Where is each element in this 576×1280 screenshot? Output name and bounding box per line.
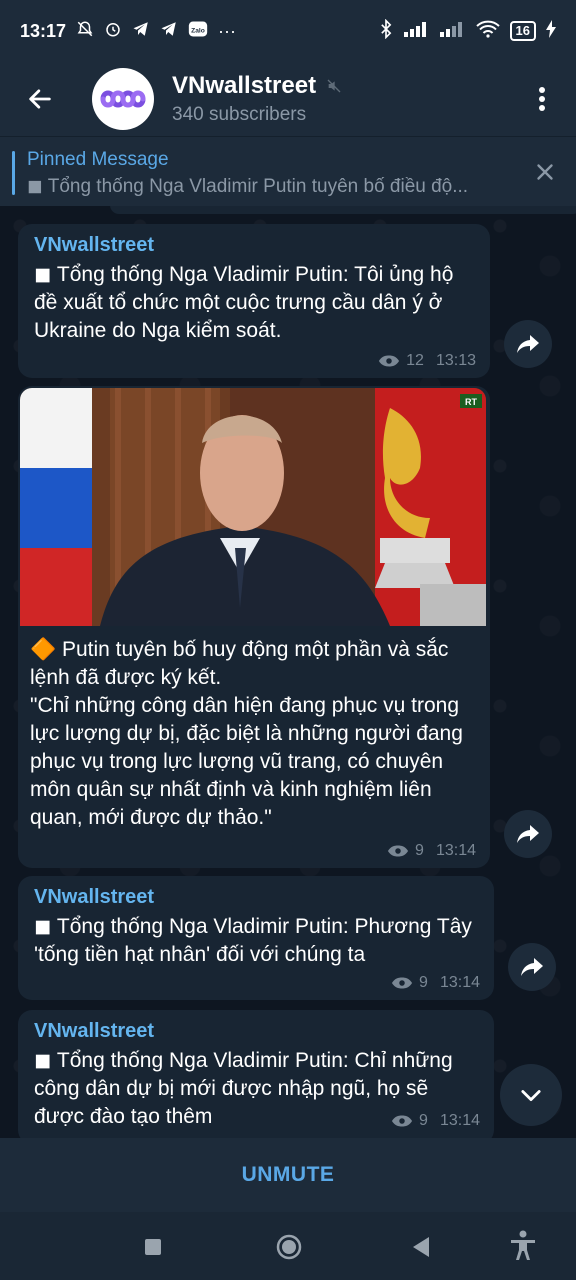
message-meta: 9 13:14: [391, 1112, 480, 1130]
system-nav-bar: [0, 1212, 576, 1280]
message-text-quote: "Chỉ những công dân hiện đang phục vụ tr…: [30, 694, 463, 829]
rt-badge: RT: [465, 397, 477, 407]
status-bar: 13:17 Zalo ··· 16: [0, 0, 576, 62]
notification-off-icon: [76, 20, 94, 43]
pinned-indicator: [12, 151, 15, 195]
message-bubble[interactable]: VNwallstreet ◼ Tổng thống Nga Vladimir P…: [18, 876, 494, 1000]
wifi-icon: [475, 20, 500, 43]
accessibility-icon: [511, 1230, 535, 1260]
channel-avatar[interactable]: [92, 68, 154, 130]
message-time: 13:14: [435, 842, 476, 859]
eye-icon: [391, 1115, 413, 1127]
chat-header: VNwallstreet 340 subscribers: [0, 62, 576, 136]
view-count: 9: [419, 1112, 428, 1129]
message-bubble-partial: [110, 206, 576, 214]
telegram-icon: [132, 20, 150, 43]
view-count: 9: [419, 974, 428, 991]
scroll-to-bottom-button[interactable]: [500, 1064, 562, 1126]
message-text: ◼ Tổng thống Nga Vladimir Putin: Tôi ủng…: [34, 263, 454, 342]
message-meta: 9 13:14: [387, 842, 476, 860]
message-sender[interactable]: VNwallstreet: [34, 886, 478, 909]
pinned-message-bar[interactable]: Pinned Message ◼ Tổng thống Nga Vladimir…: [0, 136, 576, 206]
message-time: 13:14: [439, 974, 480, 991]
message-sender[interactable]: VNwallstreet: [34, 1020, 478, 1043]
telegram-icon: [160, 20, 178, 43]
more-vert-icon: [539, 87, 545, 111]
share-icon: [517, 335, 539, 353]
share-button[interactable]: [504, 320, 552, 368]
mute-icon: [327, 79, 341, 93]
photo-image: RT: [20, 388, 486, 626]
signal-icon: [439, 21, 466, 42]
view-count: 9: [415, 842, 424, 859]
zalo-icon: Zalo: [188, 20, 208, 43]
back-button[interactable]: [18, 77, 62, 121]
eye-icon: [391, 977, 413, 989]
alarm-icon: [104, 20, 122, 43]
photo-message-bubble[interactable]: RT 🔶 Putin tuyên bố huy động một phần và…: [18, 386, 490, 868]
arrow-left-icon: [29, 89, 51, 109]
message-time: 13:13: [435, 352, 476, 369]
square-icon: [145, 1239, 161, 1255]
charging-icon: [546, 19, 556, 43]
unmute-button[interactable]: UNMUTE: [0, 1138, 576, 1212]
channel-info[interactable]: VNwallstreet 340 subscribers: [172, 72, 522, 126]
eye-icon: [387, 845, 409, 857]
pinned-label: Pinned Message: [27, 149, 169, 170]
status-time: 13:17: [20, 20, 67, 41]
chevron-down-icon: [521, 1090, 541, 1102]
share-icon: [517, 825, 539, 843]
back-nav-button[interactable]: [406, 1232, 436, 1262]
battery-indicator: 16: [509, 21, 536, 41]
view-count: 12: [406, 352, 424, 369]
vnwallstreet-logo-icon: [100, 90, 146, 108]
message-photo[interactable]: RT: [20, 388, 486, 626]
home-button[interactable]: [272, 1230, 306, 1264]
svg-text:Zalo: Zalo: [191, 27, 205, 34]
message-meta: 12 13:13: [378, 352, 476, 370]
message-time: 13:14: [439, 1112, 480, 1129]
message-list[interactable]: VNwallstreet ◼ Tổng thống Nga Vladimir P…: [0, 206, 576, 1138]
close-icon: [537, 164, 553, 180]
more-notifications-indicator: ···: [218, 20, 237, 41]
message-meta: 9 13:14: [391, 974, 480, 992]
message-bubble[interactable]: VNwallstreet ◼ Tổng thống Nga Vladimir P…: [18, 224, 490, 378]
recents-button[interactable]: [138, 1234, 168, 1260]
close-pinned-button[interactable]: [532, 159, 558, 185]
bluetooth-icon: [378, 18, 394, 44]
more-menu-button[interactable]: [522, 77, 562, 121]
accessibility-button[interactable]: [505, 1228, 541, 1264]
home-circle-icon: [276, 1234, 302, 1260]
message-text: 🔶 Putin tuyên bố huy động một phần và sắ…: [30, 638, 449, 689]
message-sender[interactable]: VNwallstreet: [34, 234, 474, 257]
eye-icon: [379, 355, 400, 367]
share-button[interactable]: [508, 943, 556, 991]
subscriber-count: 340 subscribers: [172, 104, 307, 125]
message-text: ◼ Tổng thống Nga Vladimir Putin: Phương …: [34, 915, 472, 966]
share-button[interactable]: [504, 810, 552, 858]
share-icon: [521, 958, 543, 976]
triangle-back-icon: [413, 1237, 429, 1257]
channel-title: VNwallstreet: [172, 72, 317, 99]
pinned-text: ◼ Tổng thống Nga Vladimir Putin tuyên bố…: [27, 176, 469, 197]
signal-icon: [403, 21, 430, 42]
message-bubble[interactable]: VNwallstreet ◼ Tổng thống Nga Vladimir P…: [18, 1010, 494, 1138]
